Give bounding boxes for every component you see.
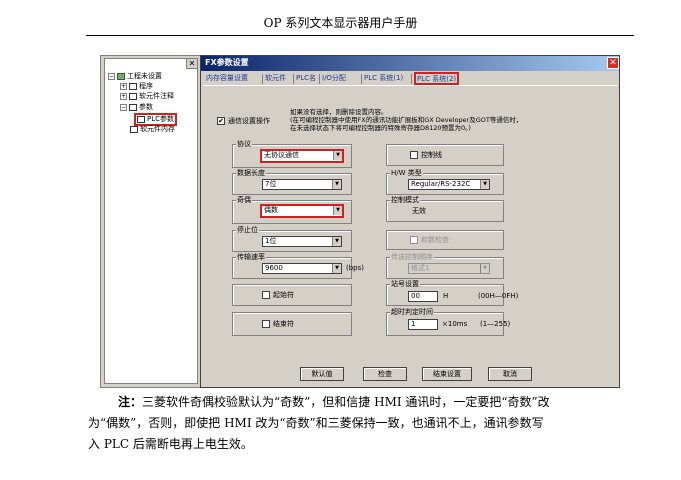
dialog-close-button[interactable]: ✕ <box>607 57 619 69</box>
memory-icon <box>130 126 138 133</box>
tab-device[interactable]: 软元件 <box>265 73 286 85</box>
tree-item-parameters[interactable]: − 参数 <box>120 103 153 112</box>
tab-plc-system-2[interactable]: PLC 系统(2) <box>414 72 460 85</box>
transfer-control-label: 传送控制顺序 <box>390 252 434 262</box>
baud-unit: (bps) <box>346 264 364 272</box>
control-line-label: 控制线 <box>421 151 442 159</box>
chevron-down-icon[interactable]: ▼ <box>333 206 342 215</box>
finish-settings-button[interactable]: 结束设置 <box>422 367 472 381</box>
transfer-control-select[interactable]: 格式1 ▼ <box>408 263 490 274</box>
chevron-down-icon[interactable]: ▼ <box>333 151 342 160</box>
parity-label: 奇偶 <box>236 195 252 205</box>
header-label: 起始符 <box>273 291 294 299</box>
note-line-1: 如果没有选择，则删除设置内容。 <box>290 108 388 116</box>
folder-icon <box>129 93 137 100</box>
dialog-titlebar <box>201 56 619 71</box>
parity-select[interactable]: 偶数 ▼ <box>260 204 344 218</box>
station-input[interactable]: 00 <box>408 291 438 302</box>
tab-plc-system-1[interactable]: PLC 系统(1) <box>364 73 403 85</box>
header-rule <box>86 35 634 36</box>
tree-item-root[interactable]: − 工程未设置 <box>108 72 162 81</box>
header-checkbox[interactable] <box>262 291 270 299</box>
note-line-3: 在未选择状态下将可编程控制器的特殊寄存器D8120预置为0。) <box>290 124 471 132</box>
sum-check-label: 和数检查 <box>421 236 449 244</box>
baud-select[interactable]: 9600 ▼ <box>262 263 342 274</box>
comm-settings-checkbox[interactable]: ✔ <box>217 117 225 125</box>
page-header: OP 系列文本显示器用户手册 <box>263 16 418 30</box>
tab-separator <box>262 74 263 84</box>
default-button[interactable]: 默认值 <box>300 367 344 381</box>
collapse-icon[interactable]: − <box>120 104 127 111</box>
timeout-label: 超时判定时间 <box>390 307 434 317</box>
timeout-range: (1—255) <box>480 320 511 328</box>
station-range: (00H—0FH) <box>478 292 519 300</box>
note-line-2: 为“偶数”，否则，即使把 HMI 改为“奇数”和三菱保持一致，也通讯不上，通讯参… <box>88 416 544 430</box>
tab-baseline <box>203 85 617 86</box>
expand-icon[interactable]: + <box>120 93 127 100</box>
protocol-select[interactable]: 无协议通信 ▼ <box>260 149 344 163</box>
cancel-button[interactable]: 取消 <box>488 367 532 381</box>
folder-icon <box>129 83 137 90</box>
note-line-3: 入 PLC 后需断电再上电生效。 <box>88 437 253 451</box>
tab-memory-capacity[interactable]: 内存容量设置 <box>206 73 248 85</box>
chevron-down-icon[interactable]: ▼ <box>480 180 489 189</box>
note-line-1: 注：三菱软件奇偶校验默认为“奇数”，但和信捷 HMI 通讯时，一定要把“奇数”改 <box>118 395 550 409</box>
note-prefix: 注： <box>118 395 143 409</box>
control-line-checkbox[interactable] <box>410 151 418 159</box>
data-length-select[interactable]: 7位 ▼ <box>262 179 342 190</box>
control-mode-value: 无效 <box>412 207 426 215</box>
chevron-down-icon[interactable]: ▼ <box>332 237 341 246</box>
project-icon <box>117 73 125 80</box>
timeout-suffix: ×10ms <box>442 320 468 328</box>
tab-io-assignment[interactable]: I/O分配 <box>322 73 346 85</box>
tree-close-button[interactable]: ✕ <box>186 58 198 69</box>
tree-item-device-comment[interactable]: + 软元件注释 <box>120 92 174 101</box>
dialog-title: FX参数设置 <box>205 58 249 67</box>
timeout-input[interactable]: 1 <box>408 319 438 330</box>
hw-type-label: H/W 类型 <box>390 168 423 178</box>
tab-separator <box>319 74 320 84</box>
control-line-group <box>386 144 504 166</box>
data-length-label: 数据长度 <box>236 168 266 178</box>
check-button[interactable]: 检查 <box>363 367 407 381</box>
tab-separator <box>411 74 412 84</box>
expand-icon[interactable]: + <box>120 83 127 90</box>
terminator-checkbox[interactable] <box>262 320 270 328</box>
collapse-icon[interactable]: − <box>108 73 115 80</box>
station-label: 站号设置 <box>390 279 420 289</box>
tab-plc-name[interactable]: PLC名 <box>296 73 316 85</box>
chevron-down-icon[interactable]: ▼ <box>332 180 341 189</box>
stop-bit-select[interactable]: 1位 ▼ <box>262 236 342 247</box>
control-mode-label: 控制模式 <box>390 195 420 205</box>
tab-separator <box>361 74 362 84</box>
folder-icon <box>129 104 137 111</box>
parameter-icon <box>137 116 145 123</box>
chevron-down-icon[interactable]: ▼ <box>332 264 341 273</box>
tree-item-program[interactable]: + 程序 <box>120 82 153 91</box>
baud-label: 传输速率 <box>236 252 266 262</box>
comm-settings-label: 通信设置操作 <box>228 117 270 125</box>
terminator-label: 结束符 <box>273 320 294 328</box>
tree-item-device-memory[interactable]: 软元件内存 <box>130 125 175 134</box>
protocol-label: 协议 <box>236 139 252 149</box>
station-suffix: H <box>443 292 449 300</box>
stop-bit-label: 停止位 <box>236 225 259 235</box>
hw-type-select[interactable]: Regular/RS-232C ▼ <box>408 179 490 190</box>
chevron-down-icon[interactable]: ▼ <box>480 264 489 273</box>
sum-check-checkbox[interactable] <box>410 236 418 244</box>
tab-separator <box>293 74 294 84</box>
note-line-2: (在可编程控制器中使用FX的通讯功能扩展板和GX Developer及GOT等通… <box>290 116 523 124</box>
